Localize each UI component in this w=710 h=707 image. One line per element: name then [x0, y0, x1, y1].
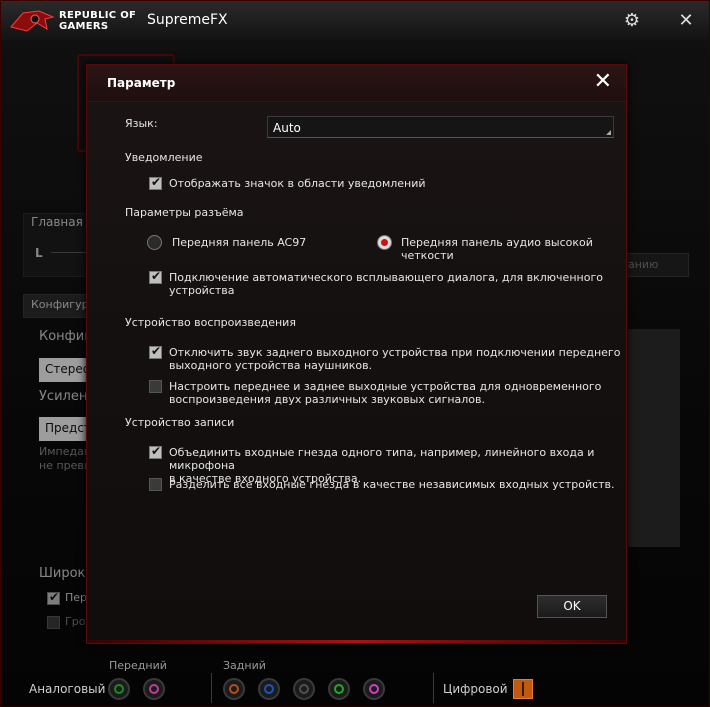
rear-jack-black[interactable] [293, 678, 315, 700]
connector-section: Параметры разъёма [125, 206, 244, 219]
bottom-bar [1, 651, 709, 707]
dropdown-arrow-icon [606, 130, 611, 135]
rear-jack-green[interactable] [328, 678, 350, 700]
auto-popup-label: Подключение автоматического всплывающего… [169, 271, 603, 297]
front-jack-pink[interactable] [143, 678, 165, 700]
combine-inputs-checkbox[interactable] [149, 444, 162, 459]
dialog-accent-line [87, 640, 626, 643]
language-value: Auto [273, 121, 301, 135]
language-label: Язык: [125, 117, 158, 130]
rear-jack-orange[interactable] [223, 678, 245, 700]
rear-label: Задний [223, 659, 266, 672]
settings-dialog: Параметр ✕ Язык: Auto Уведомление Отобра… [86, 64, 627, 644]
front-label: Передний [109, 659, 167, 672]
mute-rear-checkbox[interactable] [149, 344, 162, 359]
radio-hd-audio[interactable] [377, 235, 392, 250]
recording-section: Устройство записи [125, 416, 235, 429]
radio-ac97-label: Передняя панель AC97 [172, 236, 307, 249]
brand-text: REPUBLIC OF GAMERS [59, 10, 137, 32]
rog-logo-icon [10, 10, 55, 32]
rear-jack-blue[interactable] [258, 678, 280, 700]
separate-inputs-label: Разделить все входные гнезда в качестве … [169, 478, 615, 491]
digital-output-icon[interactable] [513, 679, 533, 699]
gear-icon[interactable]: ⚙ [621, 10, 643, 32]
notification-checkbox-label: Отображать значок в области уведомлений [169, 177, 426, 190]
notification-checkbox[interactable] [149, 175, 162, 190]
front-jack-green[interactable] [108, 678, 130, 700]
divider [433, 673, 434, 703]
separate-inputs-checkbox[interactable] [149, 478, 162, 491]
independent-output-label: Настроить переднее и заднее выходные уст… [169, 380, 602, 406]
analog-label: Аналоговый [29, 682, 106, 696]
divider [211, 673, 212, 703]
radio-hd-audio-label: Передняя панель аудио высокой четкости [401, 236, 593, 262]
digital-label: Цифровой [443, 682, 508, 696]
language-select[interactable]: Auto [267, 116, 614, 138]
mute-rear-label: Отключить звук заднего выходного устройс… [169, 346, 621, 372]
title-bar: REPUBLIC OF GAMERS SupremeFX ⚙ ✕ [1, 1, 709, 41]
close-icon[interactable]: ✕ [675, 10, 697, 32]
auto-popup-checkbox[interactable] [149, 269, 162, 284]
app-window: REPUBLIC OF GAMERS SupremeFX ⚙ ✕ Главная… [0, 0, 710, 707]
radio-ac97[interactable] [147, 235, 162, 250]
ok-button[interactable]: OK [537, 595, 607, 618]
dialog-title: Параметр [107, 76, 176, 90]
app-title: SupremeFX [147, 12, 228, 28]
independent-output-checkbox[interactable] [149, 380, 162, 393]
close-icon[interactable]: ✕ [594, 71, 612, 93]
rear-jack-pink[interactable] [363, 678, 385, 700]
notification-section: Уведомление [125, 151, 203, 164]
playback-section: Устройство воспроизведения [125, 316, 296, 329]
dialog-header: Параметр ✕ [87, 65, 626, 102]
